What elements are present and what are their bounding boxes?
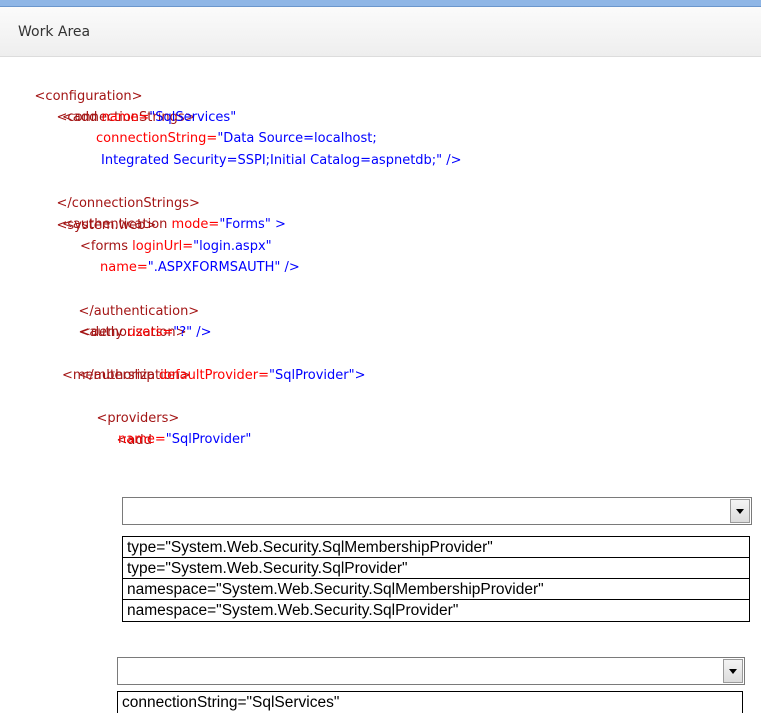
code-line-9: <forms loginUrl="login.aspx" (80, 239, 272, 254)
code-line-13: <deny users="?" /> (80, 325, 212, 340)
provider-type-option-2[interactable]: type="System.Web.Security.SqlProvider" (123, 558, 749, 579)
work-area-title: Work Area (18, 24, 91, 40)
provider-type-option-3[interactable]: namespace="System.Web.Security.SqlMember… (123, 579, 749, 600)
code-line-8: <authentication mode="Forms" > (62, 217, 286, 232)
code-line-18: name="SqlProvider" (118, 432, 252, 447)
provider-type-option-1[interactable]: type="System.Web.Security.SqlMembershipP… (123, 537, 749, 558)
connection-string-option-1[interactable]: connectionString="SqlServices" (118, 692, 742, 713)
chevron-down-icon[interactable] (723, 659, 743, 683)
connection-string-options-list: connectionString="SqlServices" (117, 691, 743, 713)
window-top-border (0, 0, 761, 7)
provider-type-options-list: type="System.Web.Security.SqlMembershipP… (122, 536, 750, 622)
code-line-4: connectionString="Data Source=localhost; (96, 131, 377, 146)
work-area-header: Work Area (0, 7, 761, 57)
provider-type-combobox[interactable] (122, 497, 752, 525)
chevron-down-icon[interactable] (730, 499, 750, 523)
provider-type-option-4[interactable]: namespace="System.Web.Security.SqlProvid… (123, 600, 749, 621)
connection-string-combobox[interactable] (117, 657, 745, 685)
code-line-5: Integrated Security=SSPI;Initial Catalog… (101, 153, 462, 168)
code-line-3: <add name="SqlServices" (62, 110, 237, 125)
code-line-15: <membership defaultProvider="SqlProvider… (62, 368, 366, 383)
code-line-10: name=".ASPXFORMSAUTH" /> (100, 260, 300, 275)
